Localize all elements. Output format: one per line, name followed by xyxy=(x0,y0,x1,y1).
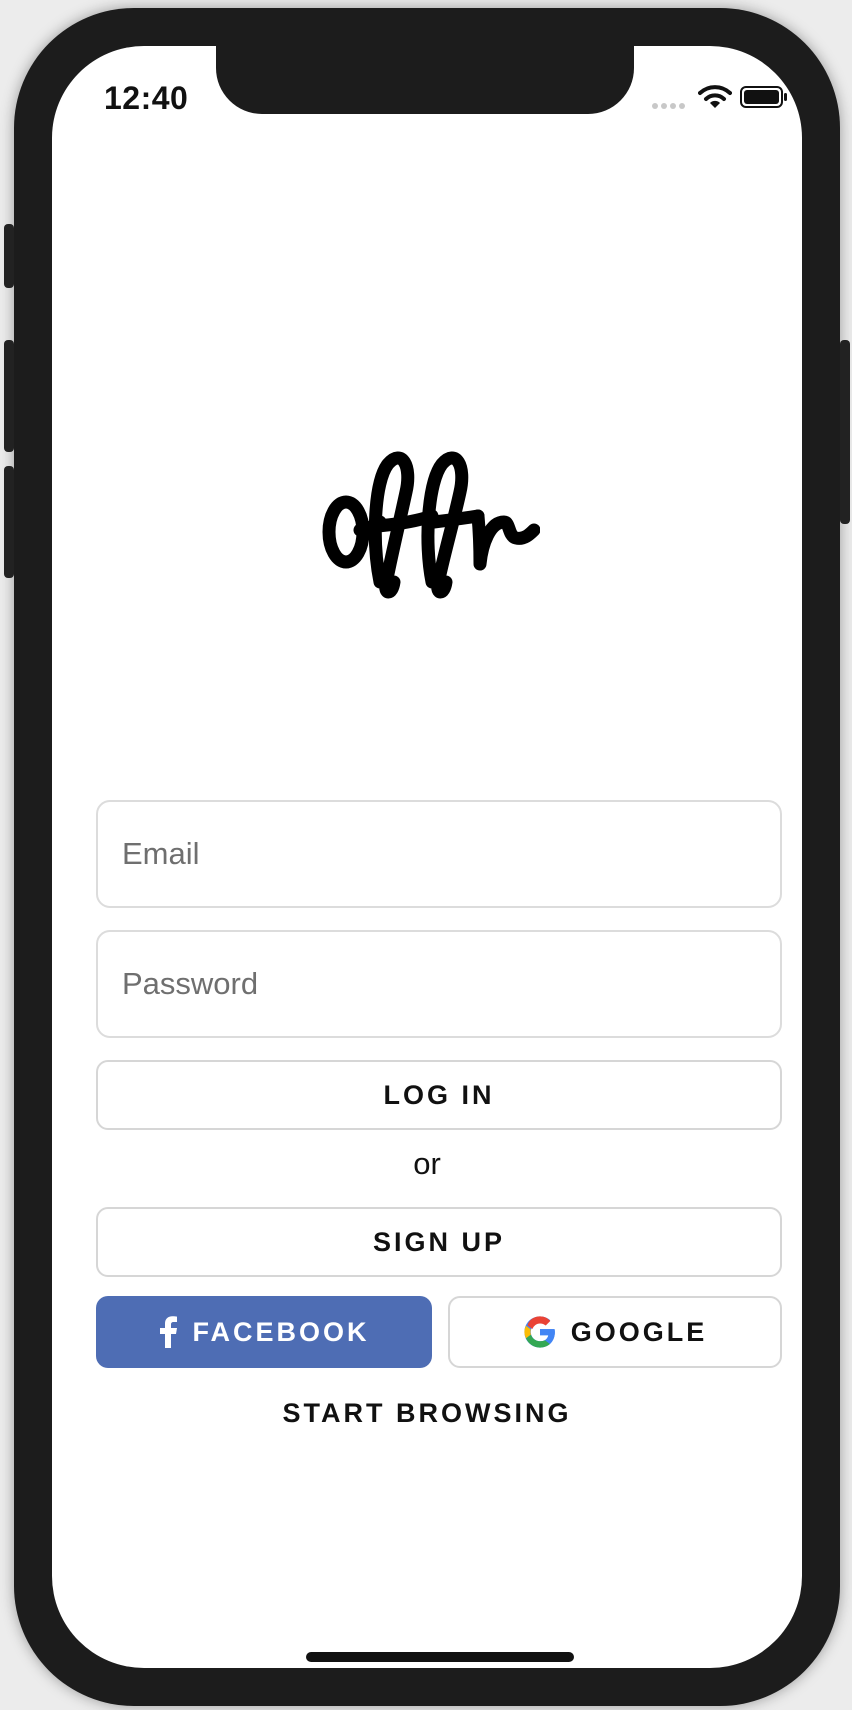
google-g-icon xyxy=(524,1316,555,1348)
cellular-signal-icon xyxy=(652,103,686,111)
wifi-icon xyxy=(698,85,732,108)
or-divider-text: or xyxy=(413,1146,441,1181)
facebook-login-button[interactable]: FACEBOOK xyxy=(96,1296,432,1368)
signup-button-label: SIGN UP xyxy=(372,1226,506,1257)
start-browsing-link[interactable]: START BROWSING xyxy=(52,1398,802,1429)
status-time: 12:40 xyxy=(104,80,189,116)
mute-switch xyxy=(4,224,14,288)
password-field[interactable] xyxy=(96,930,782,1038)
power-button xyxy=(840,340,850,524)
volume-up-button xyxy=(4,340,14,452)
volume-down-button xyxy=(4,466,14,578)
login-button-label: LOG IN xyxy=(383,1079,495,1110)
facebook-f-icon xyxy=(160,1316,178,1348)
device-notch xyxy=(216,46,634,114)
home-indicator[interactable] xyxy=(306,1652,574,1662)
email-field[interactable] xyxy=(96,800,782,908)
phone-frame: 12:40 Email LOG IN or SIGN UP FACEBOOK G… xyxy=(4,8,850,1706)
battery-icon xyxy=(740,86,787,108)
google-button-label: GOOGLE xyxy=(570,1316,708,1347)
offr-logo xyxy=(322,451,540,599)
app-screen: 12:40 Email LOG IN or SIGN UP FACEBOOK G… xyxy=(52,46,802,1668)
login-button[interactable]: LOG IN xyxy=(96,1060,782,1130)
signup-button[interactable]: SIGN UP xyxy=(96,1207,782,1277)
google-login-button[interactable]: GOOGLE xyxy=(448,1296,782,1368)
facebook-button-label: FACEBOOK xyxy=(192,1316,370,1347)
